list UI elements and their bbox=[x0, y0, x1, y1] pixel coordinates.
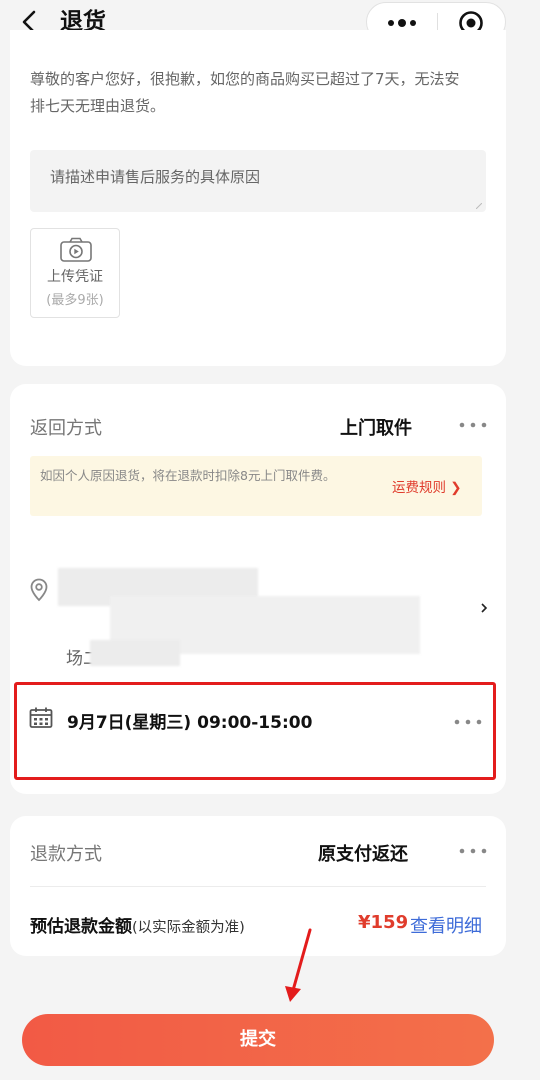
reason-placeholder: 请描述申请售后服务的具体原因 bbox=[50, 168, 261, 186]
refund-amount: ¥159 bbox=[358, 912, 409, 933]
apply-reason-card: 尊敬的客户您好，很抱歉，如您的商品购买已超过了7天，无法安排七天无理由退货。 请… bbox=[10, 30, 506, 366]
video-camera-icon bbox=[60, 237, 92, 262]
return-method-more-icon[interactable] bbox=[458, 421, 488, 429]
divider bbox=[30, 886, 486, 887]
return-method-label: 返回方式 bbox=[30, 418, 102, 439]
return-method-card: 返回方式 上门取件 如因个人原因退货，将在退款时扣除8元上门取件费。 运费规则 … bbox=[10, 384, 506, 794]
estimated-refund-title: 预估退款金额 bbox=[30, 917, 132, 937]
refund-method-label: 退款方式 bbox=[30, 844, 102, 865]
resize-handle-icon bbox=[476, 203, 482, 209]
estimated-refund-note: (以实际金额为准) bbox=[132, 920, 245, 936]
pointer-arrow-icon bbox=[285, 928, 312, 1002]
refund-method-more-icon[interactable] bbox=[458, 847, 488, 855]
chevron-right-icon bbox=[481, 603, 488, 613]
pickup-fee-banner: 如因个人原因退货，将在退款时扣除8元上门取件费。 运费规则 ❯ bbox=[30, 456, 482, 516]
estimated-refund-label: 预估退款金额(以实际金额为准) bbox=[30, 912, 245, 937]
calendar-icon bbox=[29, 707, 53, 728]
pickup-time-row[interactable]: 9月7日(星期三) 09:00-15:00 bbox=[14, 682, 496, 780]
return-notice: 尊敬的客户您好，很抱歉，如您的商品购买已超过了7天，无法安排七天无理由退货。 bbox=[30, 70, 460, 115]
pickup-address-row[interactable]: 场二 bbox=[30, 548, 490, 669]
upload-label: 上传凭证 bbox=[47, 269, 103, 285]
submit-button[interactable]: 提交 bbox=[22, 1014, 494, 1066]
pickup-time-text: 9月7日(星期三) 09:00-15:00 bbox=[67, 713, 313, 733]
view-details-link[interactable]: 查看明细 bbox=[410, 912, 482, 938]
refund-method-card: 退款方式 原支付返还 预估退款金额(以实际金额为准) ¥159 查看明细 bbox=[10, 816, 506, 956]
pickup-time-more-icon[interactable] bbox=[453, 718, 483, 726]
refund-method-value[interactable]: 原支付返还 bbox=[318, 840, 408, 866]
upload-proof-button[interactable]: 上传凭证 (最多9张) bbox=[30, 228, 120, 318]
shipping-rules-link[interactable]: 运费规则 ❯ bbox=[392, 476, 462, 496]
location-pin-icon bbox=[30, 578, 48, 602]
return-method-value[interactable]: 上门取件 bbox=[340, 414, 412, 440]
pickup-fee-notice: 如因个人原因退货，将在退款时扣除8元上门取件费。 bbox=[40, 468, 336, 483]
upload-limit: (最多9张) bbox=[46, 293, 104, 308]
reason-textarea[interactable]: 请描述申请售后服务的具体原因 bbox=[30, 150, 486, 212]
redacted-address bbox=[90, 640, 180, 666]
